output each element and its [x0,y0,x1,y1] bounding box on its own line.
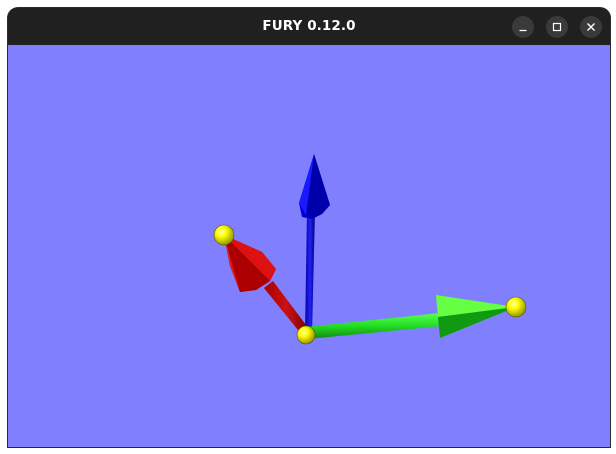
x-tip-sphere [505,296,527,318]
minimize-button[interactable] [512,16,534,38]
maximize-icon [552,22,562,32]
minimize-icon [519,29,527,32]
origin-sphere [296,325,316,345]
app-window: FURY 0.12.0 [8,8,610,447]
close-icon [587,23,595,31]
title-bar[interactable]: FURY 0.12.0 [8,8,610,45]
render-viewport[interactable] [8,45,610,447]
maximize-button[interactable] [546,16,568,38]
close-button[interactable] [580,16,602,38]
x-arrow [306,295,516,339]
y-arrow [299,154,330,335]
scene-3d [213,154,527,345]
z-tip-sphere [213,224,235,246]
z-arrow [224,235,309,335]
